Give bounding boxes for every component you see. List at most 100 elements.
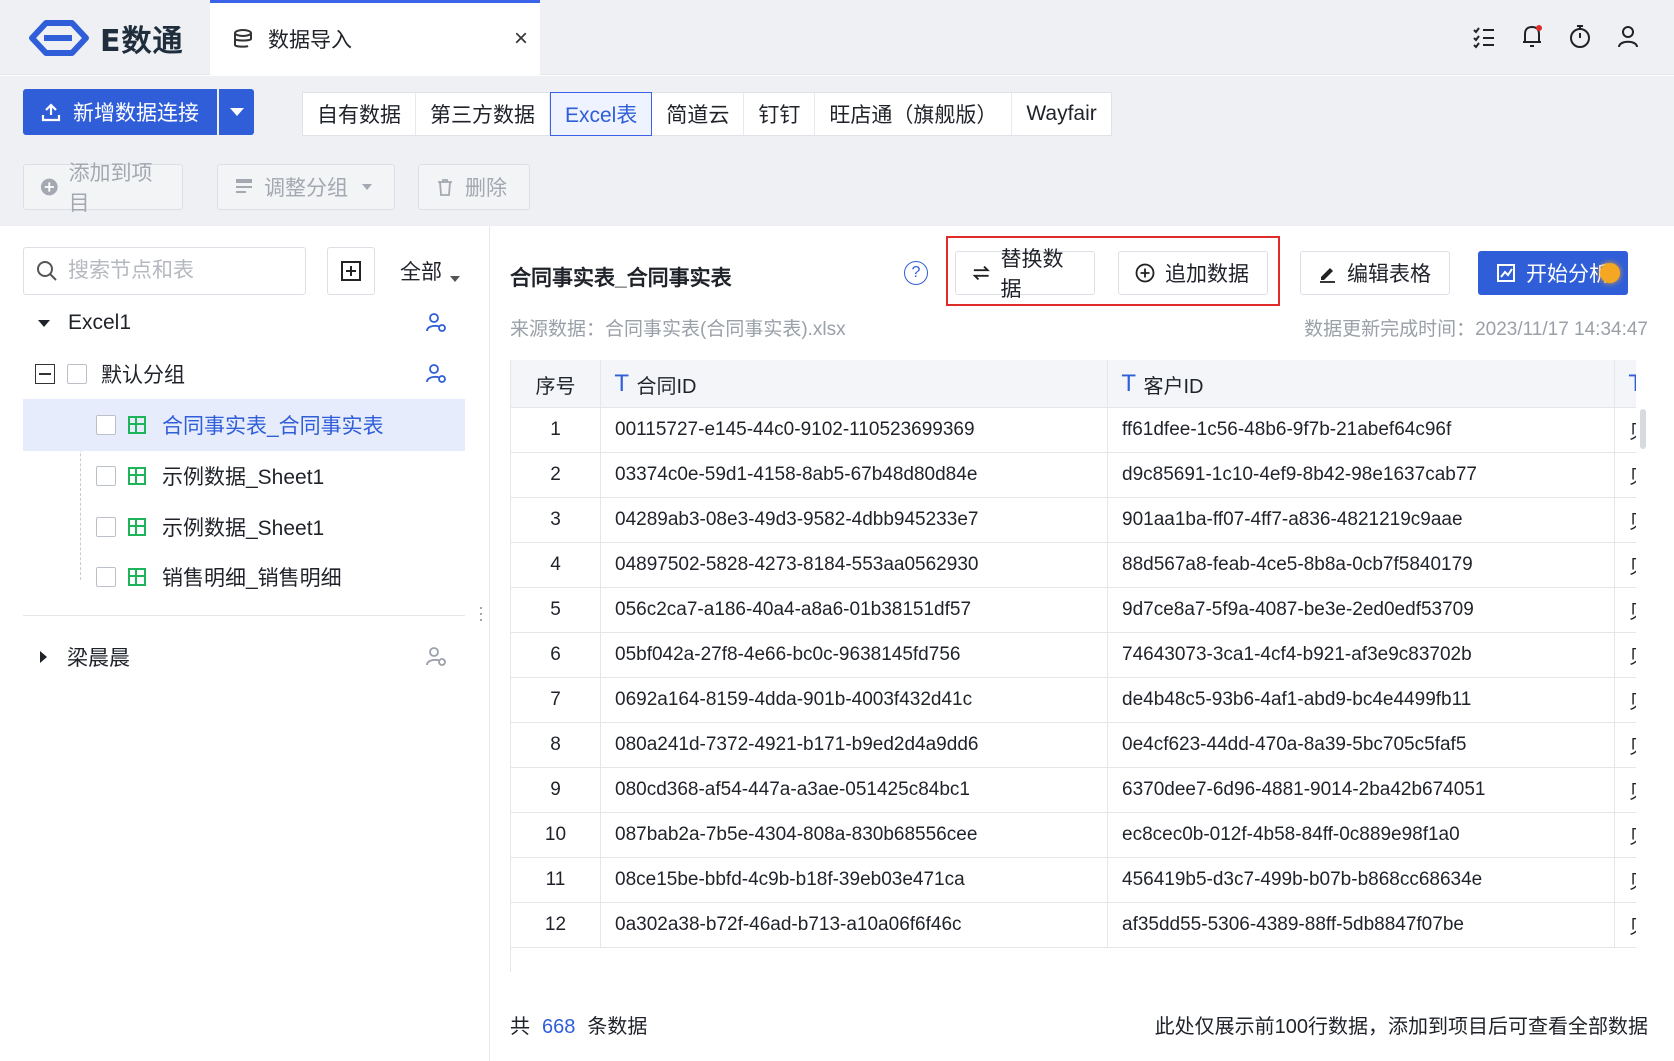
source-tab-third-party[interactable]: 第三方数据	[416, 93, 550, 135]
table-row[interactable]: 6 05bf042a-27f8-4e66-bc0c-9638145fd756 746…	[511, 633, 1636, 678]
table-cell: 贝	[1615, 453, 1636, 497]
toolbar: 新增数据连接 自有数据 第三方数据 Excel表 简道云 钉钉 旺店通（旗舰版）…	[0, 76, 1674, 226]
table-cell: 贝	[1615, 903, 1636, 947]
delete-button[interactable]: 删除	[418, 164, 530, 210]
logo-text: E数通	[100, 24, 184, 59]
source-file: 来源数据：合同事实表(合同事实表).xlsx	[510, 319, 846, 340]
table-checkbox[interactable]	[96, 567, 116, 587]
table-cell: 6370dee7-6d96-4881-9014-2ba42b674051	[1108, 768, 1615, 812]
source-tab-wangdiantong[interactable]: 旺店通（旗舰版）	[815, 93, 1013, 135]
app-logo[interactable]: E数通	[28, 18, 184, 59]
table-cell: 12	[511, 903, 601, 947]
table-row[interactable]: 9 080cd368-af54-447a-a3ae-051425c84bc1 637…	[511, 768, 1636, 813]
timer-icon[interactable]	[1568, 22, 1592, 50]
tree-node-sample-sheet1-b[interactable]: 示例数据_Sheet1	[23, 501, 465, 553]
tree-divider	[23, 615, 465, 616]
table-row[interactable]: 5 056c2ca7-a186-40a4-a8a6-01b38151df57 9d7…	[511, 588, 1636, 633]
search-input[interactable]	[68, 259, 288, 283]
user-icon[interactable]	[1616, 22, 1640, 50]
add-node-button[interactable]	[327, 247, 375, 295]
group-checkbox[interactable]	[67, 364, 87, 384]
table-cell: 4	[511, 543, 601, 587]
chevron-down-icon	[362, 184, 372, 190]
column-header-index: 序号	[511, 360, 601, 408]
source-tab-jiandaoyun[interactable]: 简道云	[652, 93, 745, 135]
table-cell: af35dd55-5306-4389-88ff-5db8847f07be	[1108, 903, 1615, 947]
table-checkbox[interactable]	[96, 466, 116, 486]
table-cell: 88d567a8-feab-4ce5-8b8a-0cb7f5840179	[1108, 543, 1615, 587]
vertical-scrollbar[interactable]	[1640, 409, 1646, 449]
task-list-icon[interactable]	[1472, 22, 1496, 50]
source-tab-own[interactable]: 自有数据	[303, 93, 416, 135]
source-tab-excel[interactable]: Excel表	[550, 92, 653, 136]
table-row[interactable]: 7 0692a164-8159-4dda-901b-4003f432d41c de4…	[511, 678, 1636, 723]
search-icon	[37, 261, 57, 281]
table-checkbox[interactable]	[96, 415, 116, 435]
column-header-contract-id[interactable]: T 合同ID	[601, 360, 1108, 408]
table-cell: 901aa1ba-ff07-4ff7-a836-4821219c9aae	[1108, 498, 1615, 542]
new-connection-button[interactable]: 新增数据连接	[23, 89, 217, 135]
user-setting-icon[interactable]	[425, 311, 447, 333]
bell-icon[interactable]	[1520, 22, 1544, 50]
table-row[interactable]: 3 04289ab3-08e3-49d3-9582-4dbb945233e7 901…	[511, 498, 1636, 543]
tree-node-label: Excel1	[68, 311, 132, 334]
user-setting-icon[interactable]	[425, 362, 447, 384]
tree-node-default-group[interactable]: 默认分组	[23, 348, 465, 400]
table-cell: 080cd368-af54-447a-a3ae-051425c84bc1	[601, 768, 1108, 812]
panel-resize-handle[interactable]: · · ·	[478, 598, 484, 628]
data-table: 序号 T 合同ID T 客户ID T 100115727-e145-44c0-9…	[510, 360, 1636, 972]
table-row[interactable]: 11 08ce15be-bbfd-4c9b-b18f-39eb03e471ca 45…	[511, 858, 1636, 903]
tree-node-label: 梁晨晨	[67, 647, 130, 670]
table-cell: 3	[511, 498, 601, 542]
edit-table-button[interactable]: 编辑表格	[1300, 251, 1450, 295]
filter-dropdown[interactable]: 全部	[400, 256, 460, 286]
add-to-project-button[interactable]: 添加到项目	[23, 162, 183, 215]
table-row[interactable]: 12 0a302a38-b72f-46ad-b713-a10a06f6f46c af…	[511, 903, 1636, 948]
table-cell: 贝	[1615, 588, 1636, 632]
table-row[interactable]: 1 00115727-e145-44c0-9102-110523699369 ff6…	[511, 408, 1636, 453]
table-cell: 贝	[1615, 768, 1636, 812]
table-cell: 2	[511, 453, 601, 497]
replace-data-label: 替换数据	[1000, 248, 1064, 301]
source-tab-wayfair[interactable]: Wayfair	[1012, 93, 1110, 135]
adjust-group-button[interactable]: 调整分组	[217, 164, 395, 210]
append-data-button[interactable]: 追加数据	[1118, 251, 1268, 295]
table-row[interactable]: 2 03374c0e-59d1-4158-8ab5-67b48d80d84e d9c…	[511, 453, 1636, 498]
table-cell: 456419b5-d3c7-499b-b07b-b868cc68634e	[1108, 858, 1615, 902]
group-list-icon	[236, 179, 252, 193]
new-connection-dropdown[interactable]	[219, 89, 254, 135]
table-row[interactable]: 10 087bab2a-7b5e-4304-808a-830b68556cee ec…	[511, 813, 1636, 858]
tab-data-import[interactable]: 数据导入 ×	[210, 0, 540, 75]
table-cell: 贝	[1615, 858, 1636, 902]
collapse-icon[interactable]	[35, 364, 55, 384]
source-tab-dingtalk[interactable]: 钉钉	[744, 93, 816, 135]
tree-node-sample-sheet1[interactable]: 示例数据_Sheet1	[23, 450, 465, 502]
chart-icon	[1497, 264, 1515, 282]
table-cell: 080a241d-7372-4921-b171-b9ed2d4a9dd6	[601, 723, 1108, 767]
tree-node-contract-fact[interactable]: 合同事实表_合同事实表	[23, 399, 465, 451]
table-row[interactable]: 4 04897502-5828-4273-8184-553aa0562930 88d…	[511, 543, 1636, 588]
sheet-icon	[128, 467, 146, 485]
help-icon[interactable]: ?	[904, 261, 928, 285]
table-cell: de4b48c5-93b6-4af1-abd9-bc4e4499fb11	[1108, 678, 1615, 722]
plus-circle-icon	[40, 178, 58, 196]
table-cell: 6	[511, 633, 601, 677]
table-cell: d9c85691-1c10-4ef9-8b42-98e1637cab77	[1108, 453, 1615, 497]
replace-data-button[interactable]: 替换数据	[955, 248, 1095, 301]
user-setting-icon[interactable]	[425, 645, 447, 667]
tree-node-liang[interactable]: 梁晨晨	[23, 631, 465, 683]
caret-down-icon	[38, 319, 50, 327]
tab-label: 数据导入	[268, 29, 352, 52]
tree-node-label: 示例数据_Sheet1	[162, 517, 325, 540]
sheet-icon	[128, 568, 146, 586]
table-checkbox[interactable]	[96, 517, 116, 537]
column-header-customer-id[interactable]: T 客户ID	[1108, 360, 1615, 408]
start-analysis-button[interactable]: 开始分析	[1478, 251, 1628, 295]
close-icon[interactable]: ×	[514, 25, 528, 53]
column-header-next[interactable]: T	[1615, 360, 1636, 408]
tree-node-excel1[interactable]: Excel1	[23, 297, 465, 349]
table-row[interactable]: 8 080a241d-7372-4921-b171-b9ed2d4a9dd6 0e4…	[511, 723, 1636, 768]
tree-node-sales-detail[interactable]: 销售明细_销售明细	[23, 551, 465, 603]
table-cell: ec8cec0b-012f-4b58-84ff-0c889e98f1a0	[1108, 813, 1615, 857]
table-cell: 7	[511, 678, 601, 722]
